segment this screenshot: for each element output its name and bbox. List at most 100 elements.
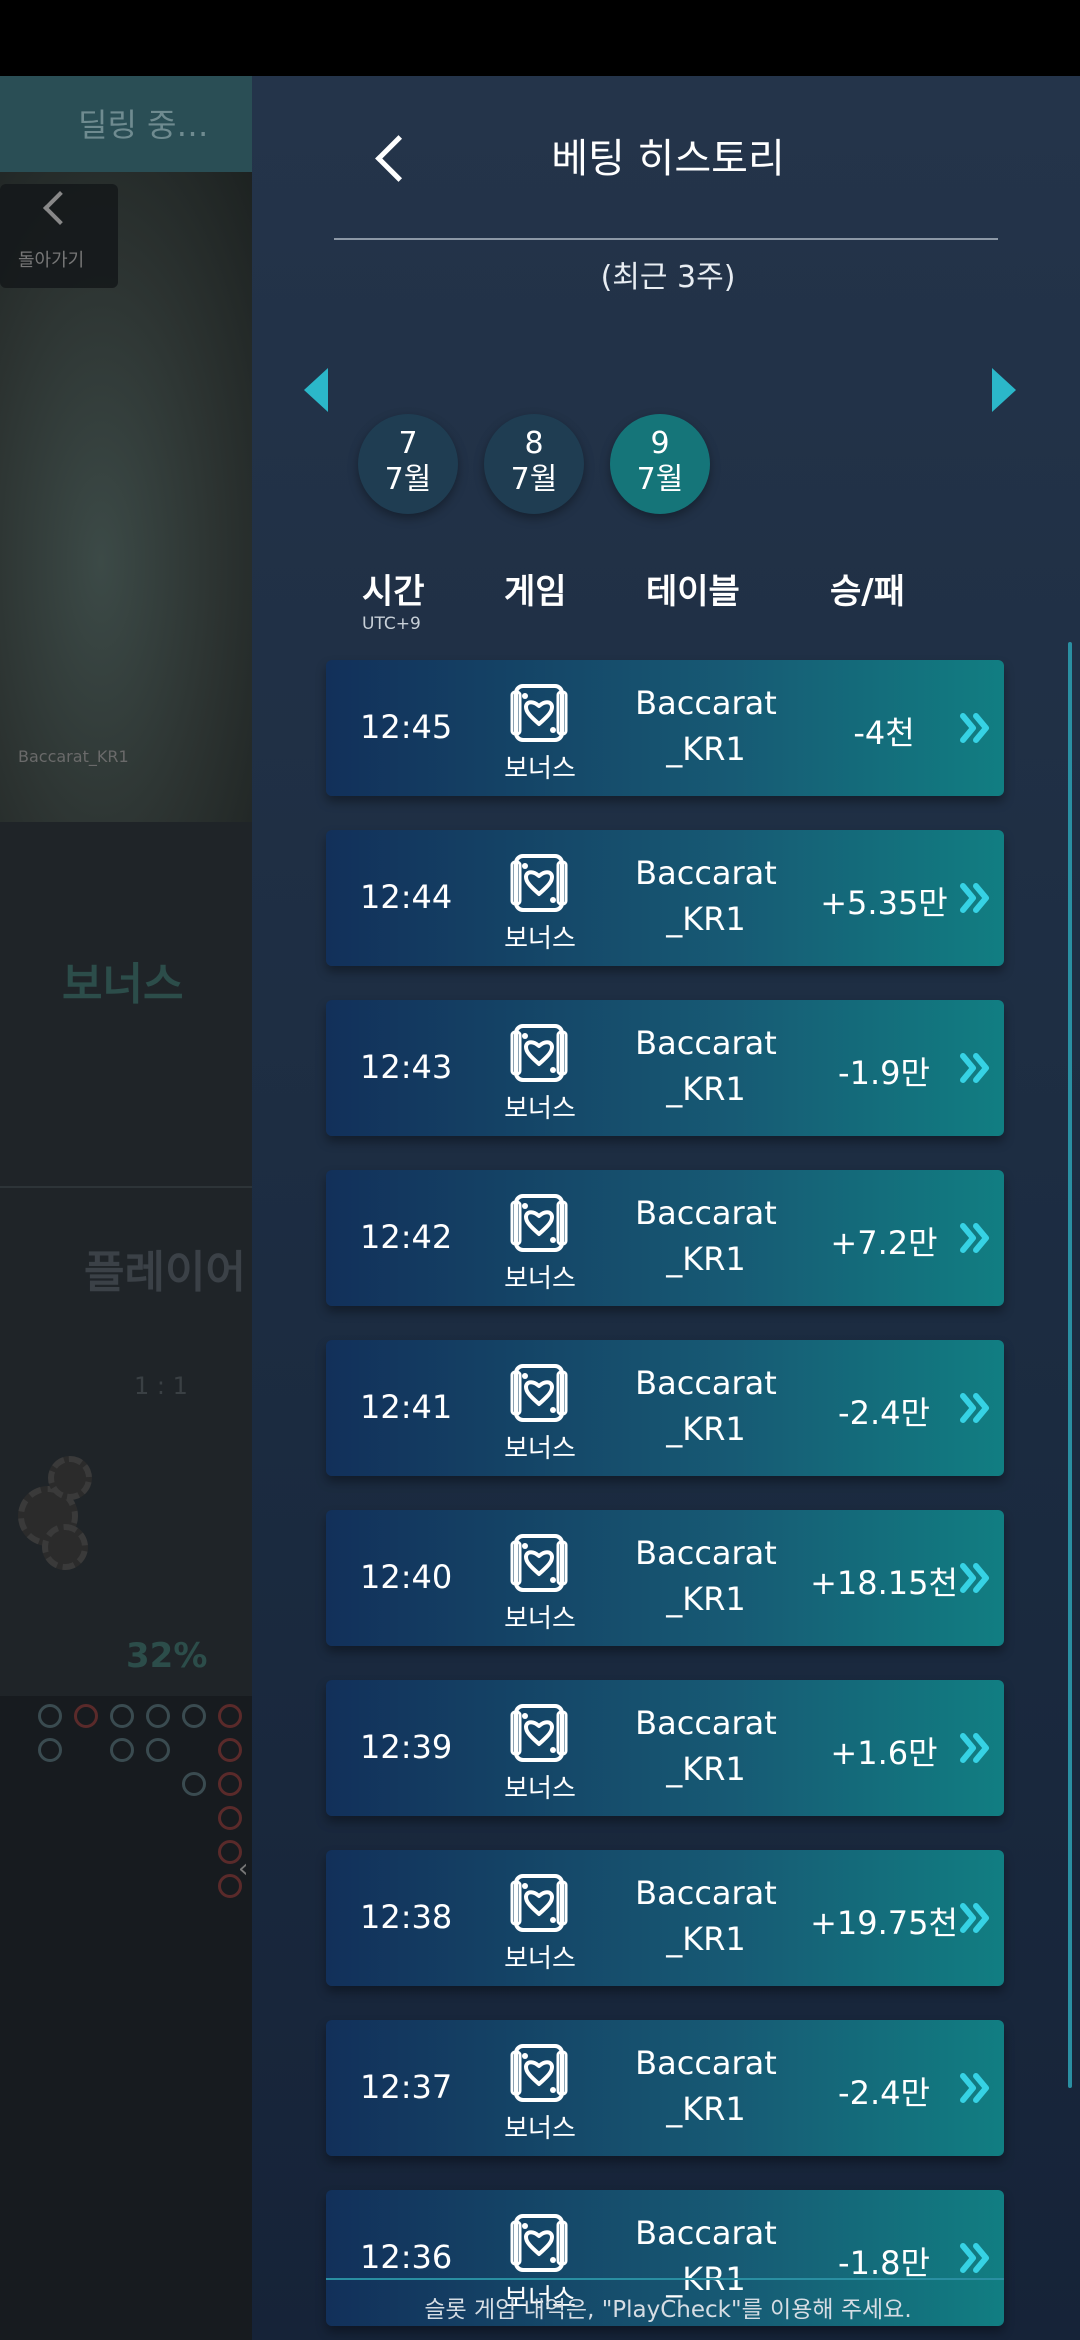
road-marker [38,1738,62,1762]
road-marker [146,1738,170,1762]
row-game-label: 보너스 [504,1434,576,1464]
road-marker [218,1738,242,1762]
column-header-table: 테이블 [646,572,740,612]
road-marker [38,1704,62,1728]
double-chevron-right-icon[interactable] [958,880,994,916]
row-time: 12:43 [360,1048,453,1086]
row-table-line: _KR1 [666,730,746,768]
card-heart-icon [510,1534,568,1592]
double-chevron-right-icon[interactable] [958,1900,994,1936]
date-chip-month: 7월 [636,462,684,497]
date-chip-month: 7월 [510,462,558,497]
status-bar [0,0,1080,76]
row-table-line: Baccarat [635,1534,777,1572]
road-marker [74,1704,98,1728]
double-chevron-right-icon[interactable] [958,2070,994,2106]
card-heart-icon [510,1364,568,1422]
prev-date-arrow-icon[interactable] [304,368,328,412]
row-result: +7.2만 [830,1224,938,1262]
background-game-view: 딜링 중… 돌아가기 Baccarat_KR1 보너스 플레이어 1 : 1 3… [0,76,252,2340]
list-scrollbar[interactable] [1068,642,1072,2088]
row-table-line: Baccarat [635,684,777,722]
row-time: 12:42 [360,1218,453,1256]
panel-title: 베팅 히스토리 [551,136,785,182]
row-game-label: 보너스 [504,924,576,954]
card-heart-icon [510,1194,568,1252]
panel-subtitle: (최근 3주) [600,260,736,295]
double-chevron-right-icon[interactable] [958,1730,994,1766]
column-header-time: 시간 [362,572,425,612]
row-table-name: Baccarat _KR1 [626,680,786,772]
background-road-map [0,1696,252,2340]
row-table-line: Baccarat [635,2044,777,2082]
date-chip[interactable]: 7 7월 [358,414,458,514]
row-time: 12:40 [360,1558,453,1596]
double-chevron-right-icon[interactable] [958,1560,994,1596]
row-table-line: Baccarat [635,1024,777,1062]
double-chevron-right-icon[interactable] [958,2240,994,2276]
row-time: 12:45 [360,708,453,746]
date-chip-selected[interactable]: 9 7월 [610,414,710,514]
double-chevron-right-icon[interactable] [958,1220,994,1256]
background-back-label: 돌아가기 [18,250,85,271]
background-divider [0,1186,252,1188]
row-table-line: Baccarat [635,1364,777,1402]
road-marker [110,1738,134,1762]
background-chip-icon [42,1524,88,1570]
double-chevron-right-icon[interactable] [958,710,994,746]
next-date-arrow-icon[interactable] [992,368,1016,412]
column-header-result: 승/패 [830,572,905,612]
date-chip-day: 8 [524,426,544,461]
history-row[interactable]: 12:42 보너스 Baccarat _KR1 +7.2만 [326,1170,1004,1306]
date-chip[interactable]: 8 7월 [484,414,584,514]
column-header-game: 게임 [504,572,567,612]
double-chevron-right-icon[interactable] [958,1390,994,1426]
row-time: 12:37 [360,2068,453,2106]
background-status-text: 딜링 중… [78,106,209,144]
row-table-name: Baccarat _KR1 [626,1530,786,1622]
row-table-line: _KR1 [666,1750,746,1788]
card-heart-icon [510,1024,568,1082]
background-back-button: 돌아가기 [0,184,118,288]
history-row[interactable]: 12:39 보너스 Baccarat _KR1 +1.6만 [326,1680,1004,1816]
double-chevron-right-icon[interactable] [958,1050,994,1086]
date-chip-day: 7 [398,426,418,461]
history-row[interactable]: 12:41 보너스 Baccarat _KR1 -2.4만 [326,1340,1004,1476]
background-percent: 32% [126,1636,208,1676]
row-table-name: Baccarat _KR1 [626,1700,786,1792]
row-table-line: _KR1 [666,2090,746,2128]
history-row[interactable]: 12:44 보너스 Baccarat _KR1 +5.35만 [326,830,1004,966]
card-heart-icon [510,854,568,912]
card-heart-icon [510,1874,568,1932]
row-result: +5.35만 [820,884,948,922]
row-table-name: Baccarat _KR1 [626,1360,786,1452]
title-divider [334,238,998,240]
history-row[interactable]: 12:37 보너스 Baccarat _KR1 -2.4만 [326,2020,1004,2156]
road-marker [182,1772,206,1796]
row-table-name: Baccarat _KR1 [626,1020,786,1112]
row-table-line: _KR1 [666,1580,746,1618]
row-table-line: _KR1 [666,1920,746,1958]
row-result: +1.6만 [830,1734,938,1772]
row-table-name: Baccarat _KR1 [626,1190,786,1282]
row-table-name: Baccarat _KR1 [626,1870,786,1962]
background-status-bar: 딜링 중… [0,76,252,172]
row-table-line: Baccarat [635,1194,777,1232]
history-row[interactable]: 12:40 보너스 Baccarat _KR1 +18.15천 [326,1510,1004,1646]
row-result: -2.4만 [838,2074,930,2112]
history-row[interactable]: 12:43 보너스 Baccarat _KR1 -1.9만 [326,1000,1004,1136]
row-game-label: 보너스 [504,1094,576,1124]
row-time: 12:39 [360,1728,453,1766]
row-time: 12:36 [360,2238,453,2276]
row-table-line: Baccarat [635,2214,777,2252]
history-row[interactable]: 12:45 보너스 Baccarat _KR1 -4천 [326,660,1004,796]
card-heart-icon [510,1704,568,1762]
row-table-line: _KR1 [666,900,746,938]
row-table-name: Baccarat _KR1 [626,2210,786,2302]
road-marker [218,1704,242,1728]
row-time: 12:44 [360,878,453,916]
row-result: -4천 [853,714,915,752]
row-table-line: Baccarat [635,1704,777,1742]
row-result: +19.75천 [810,1904,958,1942]
history-row[interactable]: 12:38 보너스 Baccarat _KR1 +19.75천 [326,1850,1004,1986]
